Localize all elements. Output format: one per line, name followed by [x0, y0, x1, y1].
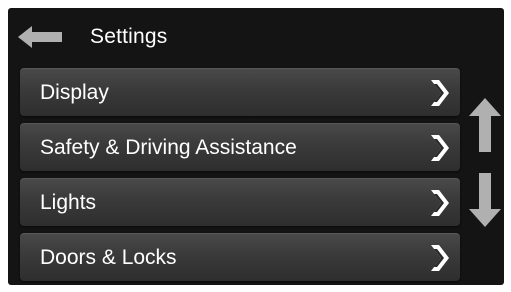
menu-item-label: Safety & Driving Assistance [40, 136, 297, 159]
menu-item-lights[interactable]: Lights [20, 178, 460, 226]
back-button[interactable] [12, 18, 72, 56]
menu-item-label: Doors & Locks [40, 246, 177, 269]
chevron-right-icon [431, 190, 449, 216]
arrow-left-icon [18, 26, 62, 48]
menu-item-display[interactable]: Display [20, 68, 460, 116]
settings-screen: Settings Display Safety & Driving Assist… [8, 8, 504, 285]
menu-item-label: Display [40, 81, 109, 104]
menu-item-label: Lights [40, 191, 97, 214]
menu-item-doors-locks[interactable]: Doors & Locks [20, 233, 460, 281]
scroll-up-button[interactable] [469, 96, 501, 154]
arrow-up-icon [469, 98, 501, 152]
menu-item-safety-driving-assistance[interactable]: Safety & Driving Assistance [20, 123, 460, 171]
page-title: Settings [90, 25, 168, 48]
chevron-right-icon [431, 80, 449, 106]
settings-menu: Display Safety & Driving Assistance Ligh… [20, 68, 460, 285]
header: Settings [8, 8, 504, 66]
scroll-down-button[interactable] [469, 171, 501, 229]
chevron-right-icon [431, 135, 449, 161]
chevron-right-icon [431, 245, 449, 271]
arrow-down-icon [469, 173, 501, 227]
